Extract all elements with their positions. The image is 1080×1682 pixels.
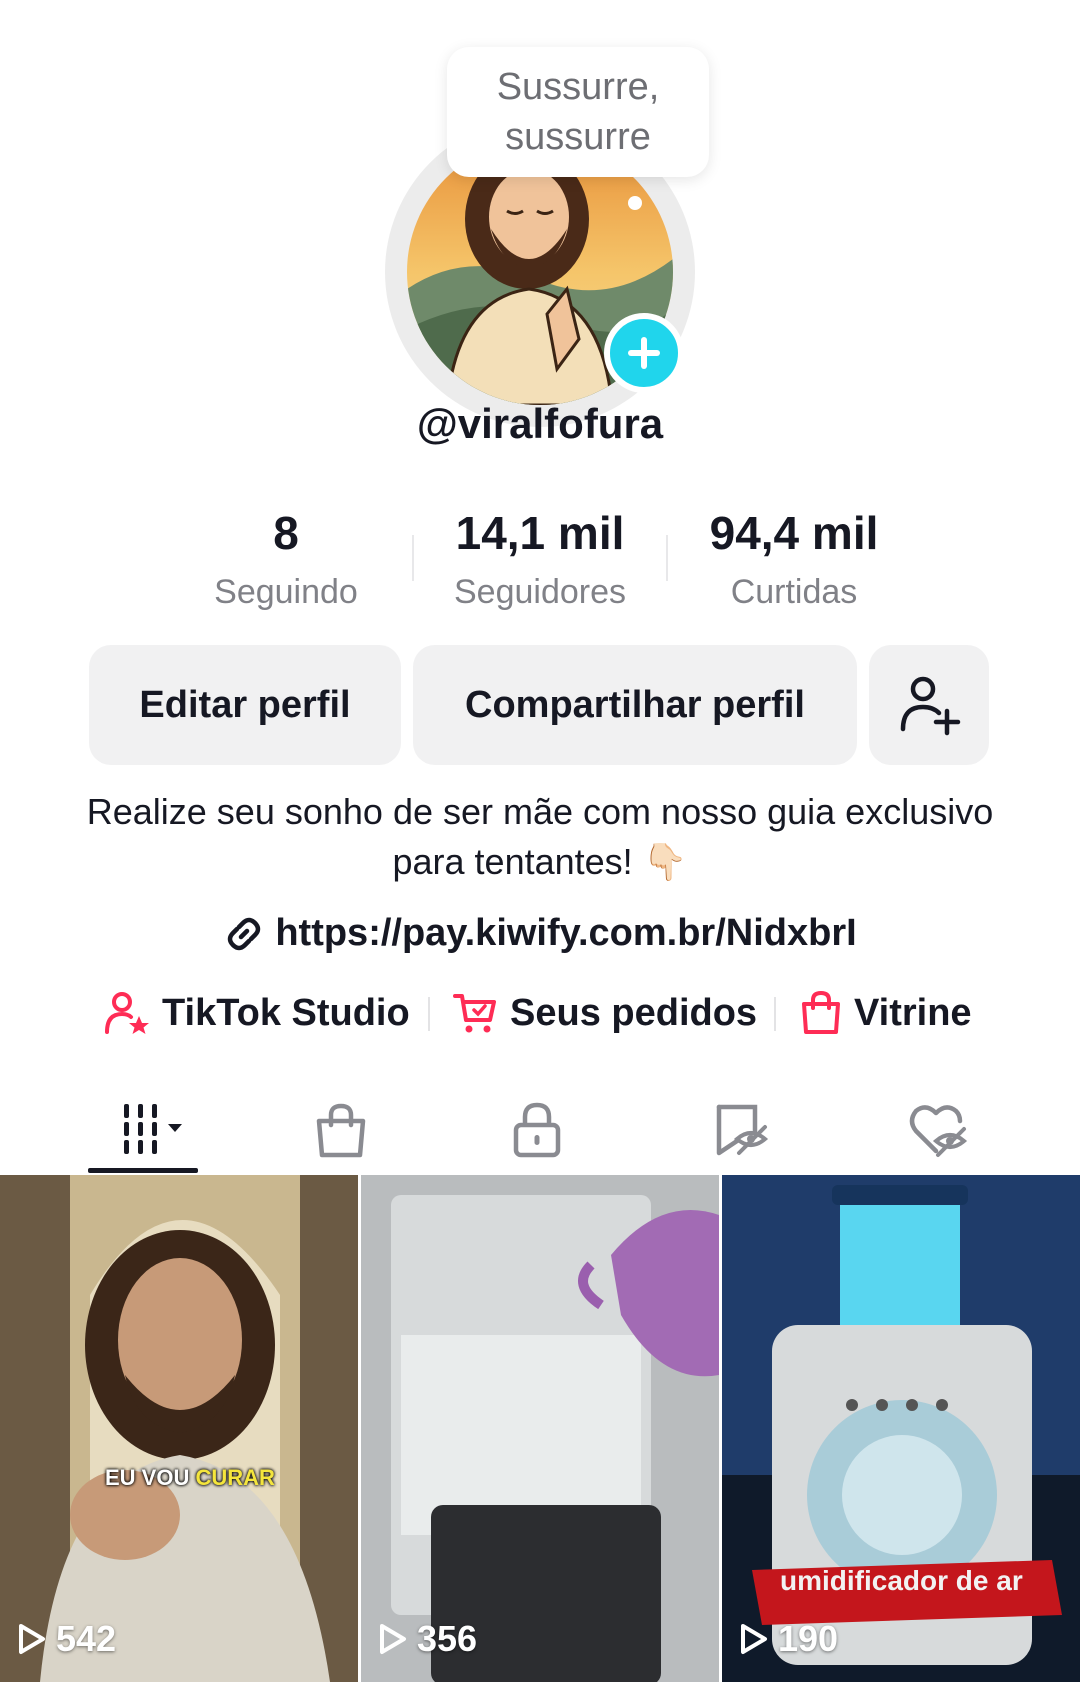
- add-story-button[interactable]: [604, 313, 684, 393]
- stat-likes[interactable]: 94,4 mil Curtidas: [674, 505, 914, 612]
- video-2-image: [361, 1175, 719, 1682]
- tab-private[interactable]: [482, 1085, 592, 1175]
- view-count-text: 190: [778, 1618, 839, 1659]
- lock-icon: [513, 1102, 561, 1158]
- stat-followers[interactable]: 14,1 mil Seguidores: [420, 505, 660, 612]
- bio-link[interactable]: https://pay.kiwify.com.br/NidxbrI: [0, 912, 1080, 955]
- video-caption: umidificador de ar: [780, 1565, 1023, 1596]
- bio-link-text: https://pay.kiwify.com.br/NidxbrI: [275, 912, 857, 954]
- note-bubble-text: Sussurre, sussurre: [496, 66, 660, 158]
- profile-stats: 8 Seguindo 14,1 mil Seguidores 94,4 mil …: [0, 505, 1080, 615]
- cart-icon: [453, 994, 496, 1033]
- hidden-repost-icon: [716, 1104, 769, 1156]
- grid-icon: [124, 1104, 182, 1154]
- likes-count: 94,4 mil: [709, 507, 879, 559]
- tiktok-studio-shortcut[interactable]: TikTok Studio: [104, 985, 410, 1041]
- shopping-bag-icon: [802, 990, 840, 1034]
- link-icon: [228, 917, 261, 950]
- following-label: Seguindo: [214, 573, 358, 611]
- tiktok-studio-label: TikTok Studio: [162, 991, 410, 1034]
- orders-shortcut[interactable]: Seus pedidos: [452, 985, 757, 1041]
- shopping-bag-icon: [316, 1103, 366, 1158]
- video-thumbnail[interactable]: EU VOU CURAR 542: [0, 1175, 358, 1682]
- followers-count: 14,1 mil: [455, 507, 625, 559]
- add-friend-button[interactable]: [869, 645, 989, 765]
- edit-profile-button[interactable]: Editar perfil: [89, 645, 401, 765]
- tab-reposts[interactable]: [685, 1085, 795, 1175]
- view-count-text: 356: [417, 1618, 478, 1659]
- share-profile-button[interactable]: Compartilhar perfil: [413, 645, 857, 765]
- active-tab-indicator: [88, 1168, 198, 1173]
- video-thumbnail[interactable]: 356: [361, 1175, 719, 1682]
- followers-label: Seguidores: [453, 573, 626, 611]
- video-thumbnail[interactable]: umidificador de ar 190: [722, 1175, 1080, 1682]
- note-bubble[interactable]: Sussurre, sussurre: [447, 47, 709, 177]
- stat-divider: [666, 535, 668, 581]
- view-count: 542: [18, 1618, 116, 1660]
- caption-text: EU VOU: [105, 1465, 190, 1490]
- stat-divider: [412, 535, 414, 581]
- showcase-label: Vitrine: [854, 991, 972, 1034]
- hidden-liked-icon: [909, 1105, 968, 1157]
- plus-icon: [628, 337, 660, 369]
- shortcut-divider: [428, 997, 430, 1031]
- bubble-tail: [628, 196, 642, 210]
- tab-liked[interactable]: [882, 1085, 992, 1175]
- likes-label: Curtidas: [730, 573, 858, 611]
- video-3-image: [722, 1175, 1080, 1682]
- view-count: 190: [740, 1618, 838, 1660]
- view-count: 356: [379, 1618, 477, 1660]
- person-add-icon: [900, 676, 961, 736]
- tab-shop[interactable]: [286, 1085, 396, 1175]
- stat-following[interactable]: 8 Seguindo: [166, 505, 406, 612]
- profile-bio: Realize seu sonho de ser mãe com nosso g…: [86, 791, 994, 882]
- orders-label: Seus pedidos: [510, 991, 758, 1034]
- shortcut-divider: [774, 997, 776, 1031]
- video-caption: EU VOU CURAR: [105, 1465, 275, 1491]
- video-grid: EU VOU CURAR 542 356 umidificador de ar …: [0, 1175, 1080, 1682]
- creator-star-icon: [105, 992, 149, 1034]
- tab-videos[interactable]: [88, 1085, 198, 1175]
- username: @viralfofura: [416, 400, 664, 447]
- profile-tabs: [0, 1085, 1080, 1177]
- play-icon: [19, 1624, 45, 1654]
- play-icon: [741, 1624, 767, 1654]
- showcase-shortcut[interactable]: Vitrine: [800, 985, 972, 1041]
- view-count-text: 542: [56, 1618, 117, 1659]
- profile-shortcuts: TikTok Studio Seus pedidos Vitrine: [0, 985, 1080, 1041]
- play-icon: [380, 1624, 406, 1654]
- video-1-image: [0, 1175, 358, 1682]
- caption-highlight: CURAR: [195, 1465, 275, 1490]
- following-count: 8: [273, 507, 299, 559]
